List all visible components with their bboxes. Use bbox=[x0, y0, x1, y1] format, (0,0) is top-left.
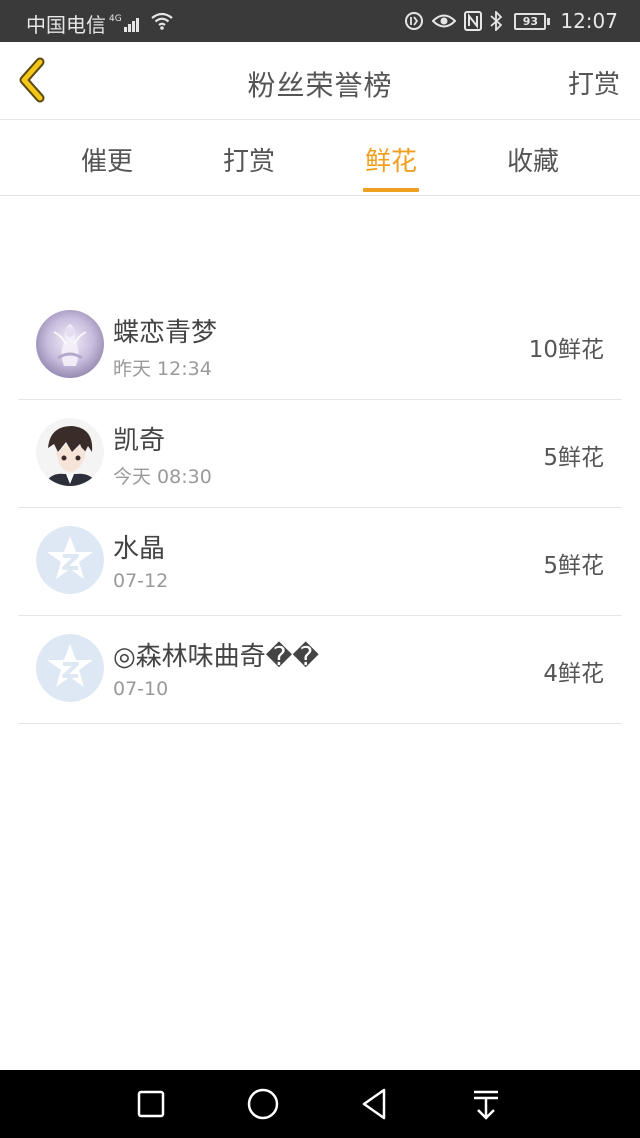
network-type: 4G bbox=[109, 13, 122, 24]
app-screen: 中国电信 4G 93 12:07 粉丝荣誉榜 打赏 催更 打赏 鲜花 收藏 蝶恋… bbox=[0, 0, 640, 1138]
default-qq-avatar[interactable] bbox=[36, 634, 104, 702]
back-icon bbox=[362, 1088, 386, 1120]
header-bar: 粉丝荣誉榜 打赏 bbox=[0, 42, 640, 120]
default-qq-avatar[interactable] bbox=[36, 526, 104, 594]
flower-count: 10鲜花 bbox=[528, 337, 604, 363]
clock: 12:07 bbox=[560, 9, 618, 33]
tab-urge-update[interactable]: 催更 bbox=[52, 141, 162, 196]
flower-count: 4鲜花 bbox=[543, 661, 604, 687]
list-item[interactable]: 蝶恋青梦 昨天 12:34 10鲜花 bbox=[18, 292, 622, 400]
tab-reward[interactable]: 打赏 bbox=[194, 141, 304, 196]
fan-time: 昨天 12:34 bbox=[113, 358, 212, 380]
fan-name: 凯奇 bbox=[113, 426, 166, 456]
wifi-icon bbox=[150, 11, 174, 36]
notification-pull-button[interactable] bbox=[468, 1086, 504, 1122]
fan-time: 今天 08:30 bbox=[113, 466, 212, 488]
home-icon bbox=[247, 1088, 279, 1120]
tab-label: 打赏 bbox=[222, 147, 275, 177]
carrier-name: 中国电信 bbox=[26, 13, 106, 37]
fan-time: 07-10 bbox=[113, 678, 169, 700]
recent-apps-button[interactable] bbox=[133, 1086, 169, 1122]
battery-level: 93 bbox=[514, 12, 547, 30]
data-saver-icon bbox=[404, 11, 424, 31]
anime-boy-avatar[interactable] bbox=[36, 418, 104, 486]
tab-favorites[interactable]: 收藏 bbox=[478, 141, 588, 196]
list-item[interactable]: 水晶 07-12 5鲜花 bbox=[18, 508, 622, 616]
bluetooth-icon bbox=[490, 11, 503, 31]
reward-button[interactable]: 打赏 bbox=[568, 64, 620, 101]
active-tab-indicator bbox=[363, 188, 419, 192]
page-title: 粉丝荣誉榜 bbox=[247, 69, 393, 102]
recent-apps-icon bbox=[137, 1090, 165, 1118]
anime-girl-avatar[interactable] bbox=[36, 310, 104, 378]
home-button[interactable] bbox=[245, 1086, 281, 1122]
fan-name: 水晶 bbox=[113, 534, 166, 564]
fan-name: ◎森林味曲奇�� bbox=[113, 642, 320, 672]
eye-comfort-icon bbox=[432, 12, 457, 30]
system-nav-bar bbox=[0, 1070, 640, 1138]
fan-ranking-list: 蝶恋青梦 昨天 12:34 10鲜花 凯奇 今天 08:30 5鲜花 水晶 07… bbox=[18, 292, 622, 724]
flower-count: 5鲜花 bbox=[543, 553, 604, 579]
status-left: 中国电信 4G bbox=[26, 9, 174, 38]
notification-pull-icon bbox=[474, 1090, 498, 1120]
battery-icon: 93 bbox=[514, 12, 551, 30]
status-bar: 中国电信 4G 93 12:07 bbox=[0, 0, 640, 42]
tab-label: 催更 bbox=[80, 147, 133, 177]
tab-label: 鲜花 bbox=[364, 147, 417, 177]
tab-bar: 催更 打赏 鲜花 收藏 bbox=[0, 121, 640, 196]
tab-label: 收藏 bbox=[506, 147, 559, 177]
fan-name: 蝶恋青梦 bbox=[113, 318, 218, 348]
status-right: 93 12:07 bbox=[396, 9, 618, 33]
back-nav-button[interactable] bbox=[356, 1086, 392, 1122]
list-item[interactable]: ◎森林味曲奇�� 07-10 4鲜花 bbox=[18, 616, 622, 724]
list-item[interactable]: 凯奇 今天 08:30 5鲜花 bbox=[18, 400, 622, 508]
flower-count: 5鲜花 bbox=[543, 445, 604, 471]
tab-flowers[interactable]: 鲜花 bbox=[336, 141, 446, 196]
fan-time: 07-12 bbox=[113, 570, 169, 592]
nfc-icon bbox=[464, 11, 483, 31]
signal-icon bbox=[123, 16, 140, 32]
